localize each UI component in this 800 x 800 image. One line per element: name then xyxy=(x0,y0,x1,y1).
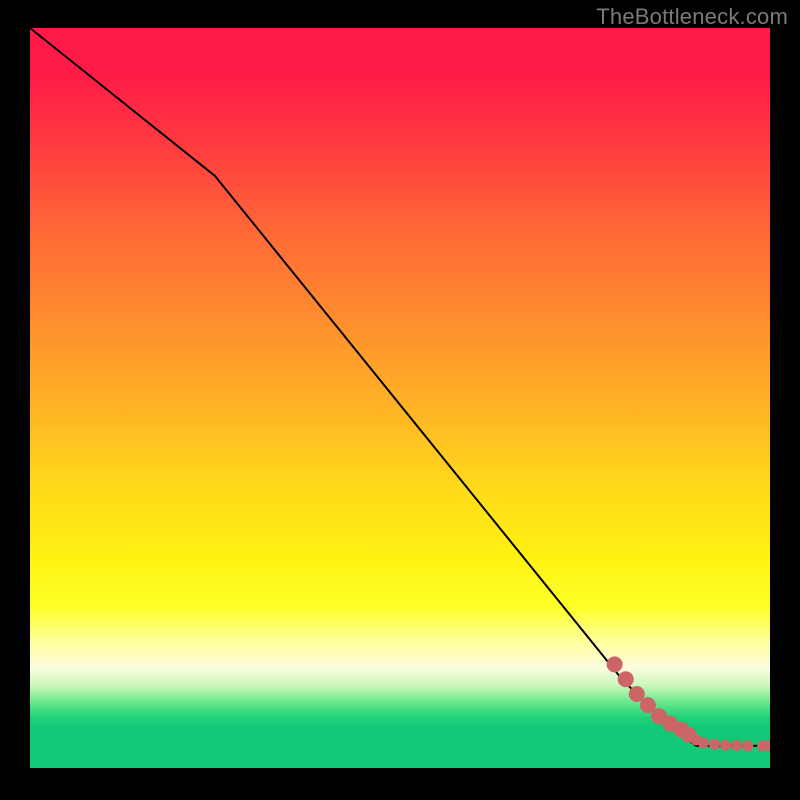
highlight-dot xyxy=(698,737,709,748)
curve-line xyxy=(30,28,770,746)
highlight-dot xyxy=(742,740,753,751)
chart-svg xyxy=(30,28,770,768)
highlight-dots xyxy=(607,656,770,751)
highlight-dot xyxy=(720,740,731,751)
highlight-dot xyxy=(618,671,634,687)
watermark-text: TheBottleneck.com xyxy=(596,4,788,30)
curve-path xyxy=(30,28,770,746)
highlight-dot xyxy=(709,739,720,750)
highlight-dot xyxy=(607,656,623,672)
highlight-dot xyxy=(731,740,742,751)
chart-area xyxy=(30,28,770,768)
